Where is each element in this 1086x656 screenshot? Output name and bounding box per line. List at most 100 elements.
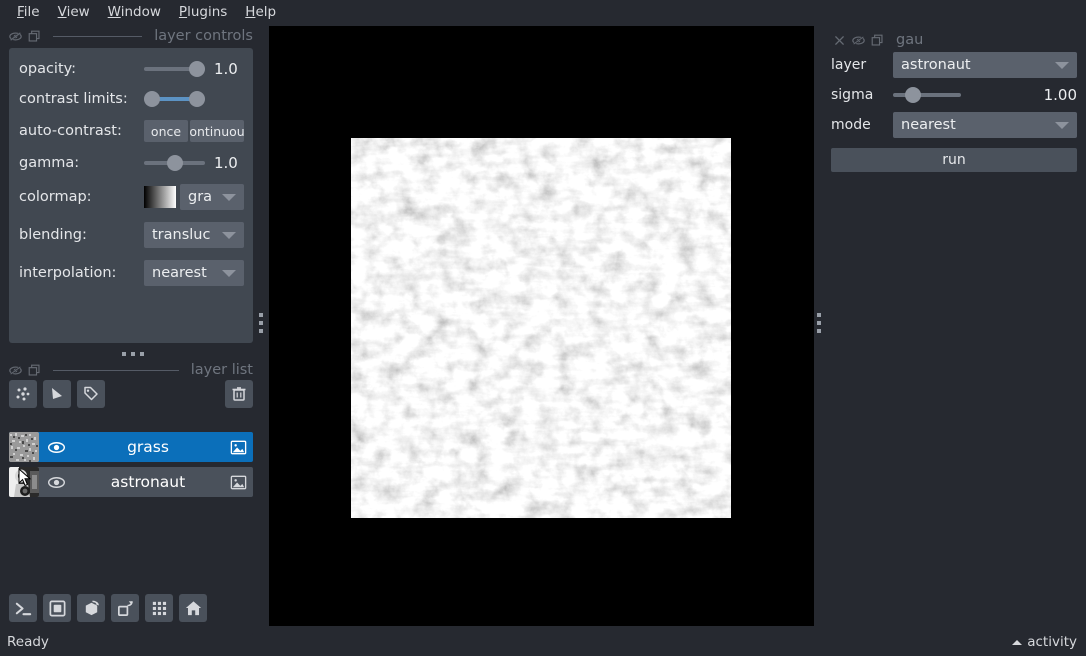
colormap-value: gra [188, 189, 213, 205]
auto-contrast-label: auto-contrast: [19, 123, 122, 139]
blending-combobox[interactable]: transluc [144, 222, 244, 248]
left-panel-horizontal-splitter[interactable] [122, 352, 144, 356]
layer-type-icon-grass [223, 438, 253, 457]
layer-thumbnail-grass [9, 432, 39, 462]
menubar: File View Window Plugins Help [0, 0, 1086, 24]
menu-view[interactable]: View [49, 2, 99, 22]
interpolation-row: nearest [144, 260, 244, 286]
new-shapes-layer-button[interactable] [43, 380, 71, 408]
menu-window[interactable]: Window [99, 2, 170, 22]
title-divider [53, 369, 179, 371]
interpolation-value: nearest [152, 265, 207, 281]
plugin-mode-label: mode [831, 117, 871, 133]
layer-controls-title-bar: layer controls [9, 26, 253, 46]
layer-list-title-bar: layer list [9, 360, 253, 380]
layer-visibility-toggle-grass[interactable] [39, 438, 73, 457]
layer-row-grass[interactable]: grass [9, 432, 253, 462]
left-panel-vertical-splitter[interactable] [259, 313, 263, 333]
float-dock-icon[interactable] [852, 34, 865, 47]
eye-icon [47, 441, 65, 453]
opacity-label: opacity: [19, 61, 77, 77]
layer-visibility-toggle-astronaut[interactable] [39, 473, 73, 492]
menu-help[interactable]: Help [236, 2, 285, 22]
right-panel-vertical-splitter[interactable] [817, 313, 821, 333]
delete-layer-button[interactable] [225, 380, 253, 408]
contrast-limits-slider[interactable] [144, 90, 205, 108]
image-layer-icon [230, 440, 246, 454]
auto-contrast-row: once ontinuou [144, 120, 244, 142]
console-icon [15, 602, 31, 615]
colormap-row: gra [144, 184, 244, 210]
layer-row-astronaut[interactable]: astronaut [9, 467, 253, 497]
blending-value: transluc [152, 227, 211, 243]
layer-name-astronaut: astronaut [110, 473, 186, 491]
points-icon [16, 387, 30, 401]
plugin-sigma-slider[interactable] [893, 86, 962, 104]
chevron-down-icon [1055, 62, 1069, 69]
contrast-slider-handle-high[interactable] [189, 91, 205, 107]
colormap-label: colormap: [19, 189, 92, 205]
shapes-icon [52, 388, 62, 399]
auto-contrast-continuous-button[interactable]: ontinuou [190, 120, 244, 142]
gamma-label: gamma: [19, 155, 80, 171]
menu-plugins[interactable]: Plugins [170, 2, 236, 22]
float-dock-icon[interactable] [9, 364, 22, 377]
labels-tag-icon [84, 386, 98, 401]
auto-contrast-once-button[interactable]: once [144, 120, 188, 142]
interpolation-label: interpolation: [19, 265, 117, 281]
interpolation-combobox[interactable]: nearest [144, 260, 244, 286]
chevron-down-icon [1055, 122, 1069, 129]
home-icon [185, 600, 201, 615]
grid-view-button[interactable] [145, 594, 173, 622]
console-button[interactable] [9, 594, 37, 622]
status-bar-text: Ready [7, 634, 49, 650]
roll-dims-button[interactable] [77, 594, 105, 622]
contrast-limits-row [144, 90, 244, 108]
image-layer-icon [230, 475, 246, 489]
gamma-slider[interactable] [144, 154, 205, 172]
opacity-slider-handle[interactable] [189, 61, 205, 77]
plugin-dock-panel: layer astronaut sigma 1.00 mode nearest … [831, 52, 1077, 177]
menu-file[interactable]: File [8, 2, 49, 22]
plugin-mode-value: nearest [901, 117, 956, 133]
gamma-row: 1.0 [144, 154, 244, 172]
plugin-run-button[interactable]: run [831, 148, 1077, 172]
chevron-up-icon [1012, 639, 1023, 645]
opacity-row: 1.0 [144, 60, 244, 78]
plugin-layer-combobox[interactable]: astronaut [893, 52, 1077, 78]
plugin-mode-combobox[interactable]: nearest [893, 112, 1077, 138]
sigma-slider-track [893, 93, 962, 97]
new-points-layer-button[interactable] [9, 380, 37, 408]
plugin-layer-value: astronaut [901, 57, 971, 73]
layer-name-grass: grass [127, 438, 169, 456]
transpose-dims-button[interactable] [111, 594, 139, 622]
mouse-cursor [18, 468, 32, 487]
home-button[interactable] [179, 594, 207, 622]
contrast-slider-handle-low[interactable] [144, 91, 160, 107]
layer-list-buttons [9, 380, 253, 408]
colormap-combobox[interactable]: gra [180, 184, 244, 210]
sigma-slider-handle[interactable] [905, 87, 922, 103]
layer-list-label: layer list [190, 362, 253, 378]
plugin-sigma-value: 1.00 [1043, 86, 1077, 104]
restore-dock-icon[interactable] [28, 30, 41, 43]
new-labels-layer-button[interactable] [77, 380, 105, 408]
activity-button[interactable]: activity [1012, 634, 1077, 650]
restore-dock-icon[interactable] [28, 364, 41, 377]
plugin-dock-label: gau [896, 32, 924, 48]
gamma-slider-handle[interactable] [166, 155, 183, 171]
viewer-canvas[interactable] [269, 26, 814, 626]
plugin-sigma-label: sigma [831, 87, 874, 103]
transpose-icon [117, 600, 133, 616]
chevron-down-icon [222, 194, 236, 201]
canvas-image-grass [351, 138, 731, 518]
float-dock-icon[interactable] [9, 30, 22, 43]
restore-dock-icon[interactable] [871, 34, 884, 47]
ndisplay-button[interactable] [43, 594, 71, 622]
close-icon[interactable] [833, 34, 846, 47]
opacity-slider[interactable] [144, 60, 205, 78]
title-divider [53, 35, 143, 37]
chevron-down-icon [222, 270, 236, 277]
layer-type-icon-astronaut [223, 473, 253, 492]
blending-label: blending: [19, 227, 87, 243]
